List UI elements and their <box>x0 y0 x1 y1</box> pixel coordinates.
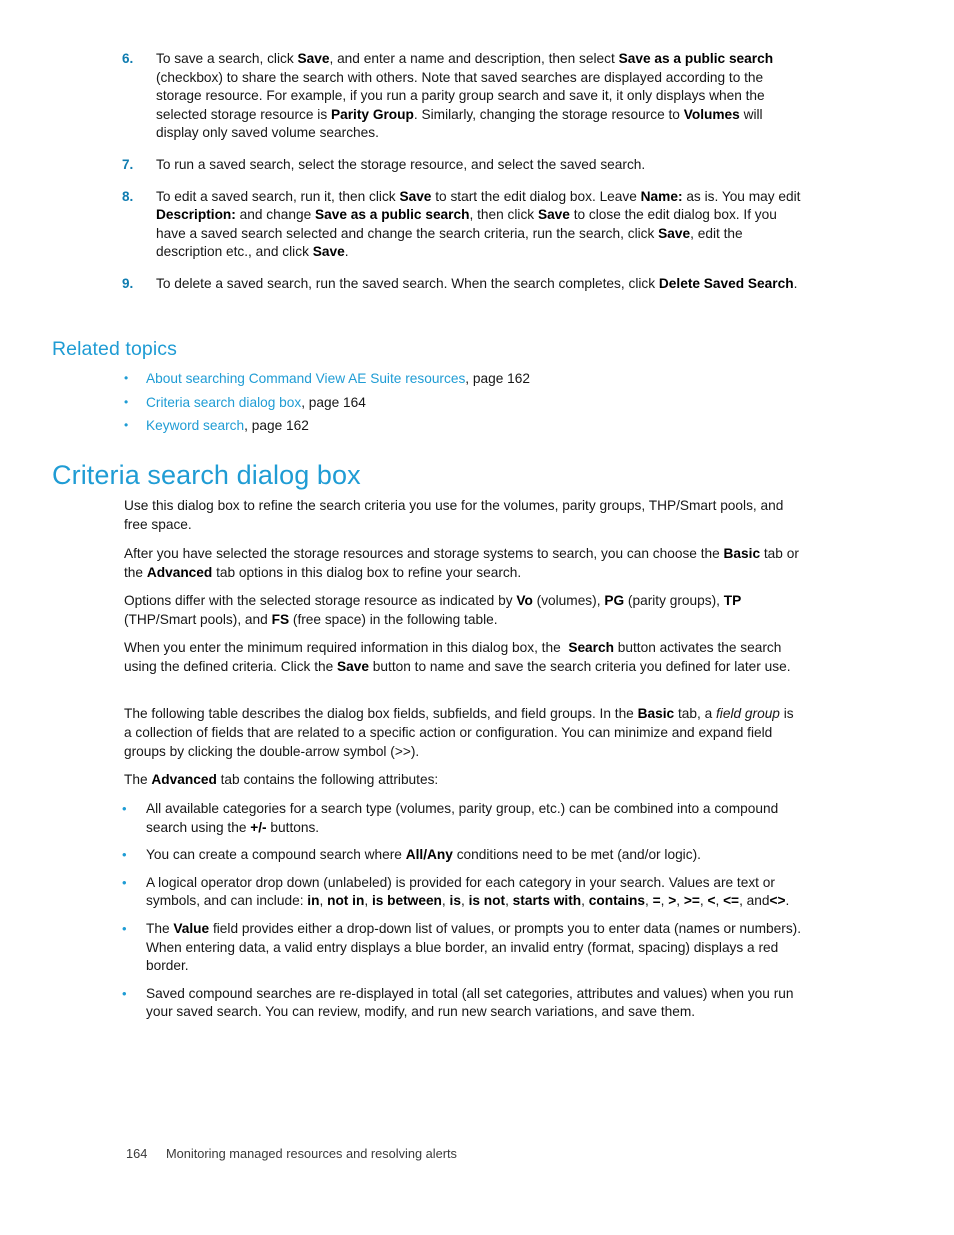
step-text: To edit a saved search, run it, then cli… <box>156 188 801 260</box>
list-item: • All available categories for a search … <box>122 800 804 837</box>
related-topics-heading: Related topics <box>52 338 177 360</box>
list-item: • Keyword search, page 162 <box>124 416 764 435</box>
attribute-text: You can create a compound search where A… <box>146 847 701 863</box>
related-topic-page-ref: , page 164 <box>301 394 366 410</box>
bullet-icon: • <box>122 920 127 936</box>
procedure-step: 9. To delete a saved search, run the sav… <box>122 275 804 294</box>
body-paragraph: Use this dialog box to refine the search… <box>124 498 784 532</box>
procedure-step-list: 6. To save a search, click Save, and ent… <box>122 50 804 307</box>
related-topic-link[interactable]: Keyword search <box>146 418 244 433</box>
attribute-text: A logical operator drop down (unlabeled)… <box>146 874 790 909</box>
bullet-icon: • <box>124 371 129 385</box>
body-paragraph: The Advanced tab contains the following … <box>124 772 439 787</box>
body-paragraph: The following table describes the dialog… <box>124 706 794 759</box>
page-footer: 164 Monitoring managed resources and res… <box>126 1146 457 1161</box>
related-topic-page-ref: , page 162 <box>244 418 309 433</box>
document-page: 6. To save a search, click Save, and ent… <box>0 0 954 1235</box>
list-item: • You can create a compound search where… <box>122 846 804 865</box>
attribute-text: Saved compound searches are re-displayed… <box>146 985 794 1020</box>
step-text: To run a saved search, select the storag… <box>156 156 646 172</box>
related-topic-entry: Keyword search, page 162 <box>146 416 309 435</box>
attribute-text: The Value field provides either a drop-d… <box>146 920 802 974</box>
procedure-step: 8. To edit a saved search, run it, then … <box>122 188 804 262</box>
body-paragraph: Options differ with the selected storage… <box>124 593 742 627</box>
procedure-step: 6. To save a search, click Save, and ent… <box>122 50 804 143</box>
related-topics-list: • About searching Command View AE Suite … <box>124 369 764 440</box>
related-topic-entry: About searching Command View AE Suite re… <box>146 369 530 388</box>
list-item: • Criteria search dialog box, page 164 <box>124 393 764 412</box>
step-number: 6. <box>122 51 134 66</box>
step-number: 7. <box>122 156 134 172</box>
page-title: Criteria search dialog box <box>52 460 361 490</box>
attribute-text: All available categories for a search ty… <box>146 801 779 835</box>
list-item: • The Value field provides either a drop… <box>122 920 804 976</box>
bullet-icon: • <box>122 874 127 890</box>
list-item: • About searching Command View AE Suite … <box>124 369 764 388</box>
body-paragraph: After you have selected the storage reso… <box>124 546 799 580</box>
related-topic-entry: Criteria search dialog box, page 164 <box>146 393 366 412</box>
bullet-icon: • <box>122 801 127 816</box>
footer-title: Monitoring managed resources and resolvi… <box>166 1146 457 1161</box>
procedure-step: 7. To run a saved search, select the sto… <box>122 156 804 175</box>
footer-page-number: 164 <box>126 1146 148 1161</box>
bullet-icon: • <box>122 847 127 863</box>
bullet-icon: • <box>124 418 129 432</box>
step-text: To save a search, click Save, and enter … <box>156 51 774 141</box>
related-topic-page-ref: , page 162 <box>465 371 530 386</box>
step-text: To delete a saved search, run the saved … <box>156 275 798 291</box>
bullet-icon: • <box>124 394 129 409</box>
step-number: 8. <box>122 188 134 204</box>
related-topic-link[interactable]: Criteria search dialog box <box>146 395 301 410</box>
list-item: • Saved compound searches are re-display… <box>122 985 804 1022</box>
body-paragraph: When you enter the minimum required info… <box>124 640 791 674</box>
step-number: 9. <box>122 275 134 291</box>
advanced-attributes-list: • All available categories for a search … <box>122 800 804 1031</box>
list-item: • A logical operator drop down (unlabele… <box>122 874 804 911</box>
related-topic-link[interactable]: About searching Command View AE Suite re… <box>146 371 465 386</box>
bullet-icon: • <box>122 985 127 1001</box>
